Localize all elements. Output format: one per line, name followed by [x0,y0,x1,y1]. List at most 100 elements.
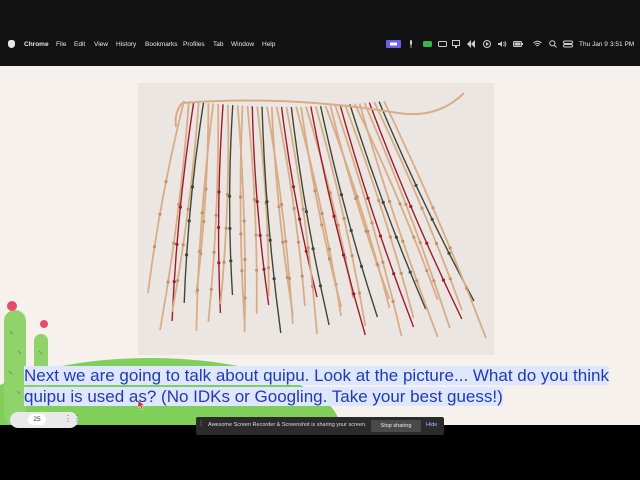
quipu-knot [209,287,213,291]
display-icon[interactable] [452,40,460,48]
quipu-knot [381,260,385,264]
quipu-knot [441,278,445,282]
menu-help[interactable]: Help [262,41,275,49]
quipu-knot [320,223,324,227]
quipu-knot [332,214,336,218]
more-options-icon[interactable]: ⋮ [73,414,81,423]
quipu-knot [176,279,180,283]
quipu-knot [196,288,200,292]
search-icon[interactable] [549,40,557,48]
quipu-knot [266,266,271,270]
drag-handle-icon[interactable]: ⁞ [200,421,202,428]
quipu-knot [415,279,419,283]
quipu-knot [392,272,396,276]
quipu-knot [202,219,206,224]
quipu-knot [265,200,269,204]
quipu-knot [408,270,412,274]
quipu-knot [285,275,289,280]
recorder-extension-icon[interactable] [423,40,432,48]
quipu-knot [401,239,405,243]
quipu-knot [377,199,381,203]
quipu-knot [412,235,416,239]
quipu-knot [465,286,469,290]
rewind-icon[interactable] [467,40,475,48]
quipu-knot [418,240,422,245]
screen-sharing-bar: ⁞ Awesome Screen Recorder & Screenshot i… [196,417,444,435]
quipu-knot [398,202,402,206]
microphone-icon[interactable] [408,40,414,48]
quipu-knot [448,246,452,250]
quipu-knot [281,240,285,244]
menu-edit[interactable]: Edit [74,41,85,49]
quipu-knot [152,245,157,249]
quipu-knot [158,212,162,216]
control-center-icon[interactable] [563,40,573,48]
menu-view[interactable]: View [94,41,108,49]
quipu-knot [425,269,429,273]
quipu-knot [341,253,346,257]
quipu-knot [228,194,232,198]
quipu-knot [254,233,258,237]
quipu-knot [291,185,296,189]
play-icon[interactable] [483,40,491,48]
quipu-knot [212,250,216,254]
macos-menu-bar: Chrome File Edit View History Bookmarks … [0,0,640,66]
quipu-knot [252,198,257,202]
quipu-knot [414,183,418,187]
quipu-knot [430,217,434,221]
grid-view-icon[interactable]: ⋮ [64,414,72,423]
quipu-knot [304,210,308,214]
quipu-knot [178,205,182,209]
battery-icon[interactable] [513,40,523,48]
menu-bookmarks[interactable]: Bookmarks [145,41,178,49]
menu-tab[interactable]: Tab [213,41,223,49]
quipu-knot [425,241,429,245]
menu-date[interactable]: Thu Jan 9 [579,41,608,49]
volume-icon[interactable] [498,40,507,48]
menu-clock[interactable]: 3:51 PM [610,41,634,49]
page-number-field[interactable]: 25 [28,414,46,425]
menu-file[interactable]: File [56,41,66,49]
quipu-knot [431,206,435,210]
quipu-knot [284,239,288,243]
hide-button[interactable]: Hide [426,422,437,428]
keyboard-icon[interactable] [438,40,447,48]
quipu-knot [311,284,315,288]
quipu-knot [222,260,226,264]
quipu-knot [301,207,305,211]
slide-caption: Next we are going to talk about quipu. L… [24,366,609,406]
wifi-icon[interactable] [533,40,542,48]
presentation-slide: Next we are going to talk about quipu. L… [0,66,640,425]
slide-page-controls[interactable]: 25 ⋮ ⋮ [10,412,81,428]
quipu-knot [300,274,304,278]
quipu-knot [399,271,403,275]
quipu-knot [228,226,232,231]
quipu-knot [217,190,221,194]
quipu-knot [243,257,247,262]
screen-share-icon[interactable] [386,40,401,48]
quipu-knot [172,280,176,284]
menu-app-chrome[interactable]: Chrome [24,41,49,49]
stop-sharing-button[interactable]: Stop sharing [371,420,421,432]
quipu-knot [185,253,189,257]
quipu-knot [448,277,452,281]
quipu-knot [381,200,385,205]
quipu-knot [229,259,233,263]
quipu-knot [409,204,413,209]
quipu-knot [350,254,354,258]
quipu-knot [434,241,439,246]
quipu-knot [370,221,374,225]
quipu-knot [366,196,370,200]
quipu-knot [354,196,358,200]
sharing-message: Awesome Screen Recorder & Screenshot is … [208,422,367,428]
menu-history[interactable]: History [116,41,136,49]
quipu-knot [186,207,190,211]
quipu-knot [420,206,424,210]
quipu-knot [262,267,266,271]
menu-profiles[interactable]: Profiles [183,41,205,49]
quipu-knot [239,232,243,236]
quipu-knot [391,299,395,303]
quipu-knot [217,261,221,265]
apple-icon[interactable] [8,40,15,48]
menu-window[interactable]: Window [231,41,254,49]
